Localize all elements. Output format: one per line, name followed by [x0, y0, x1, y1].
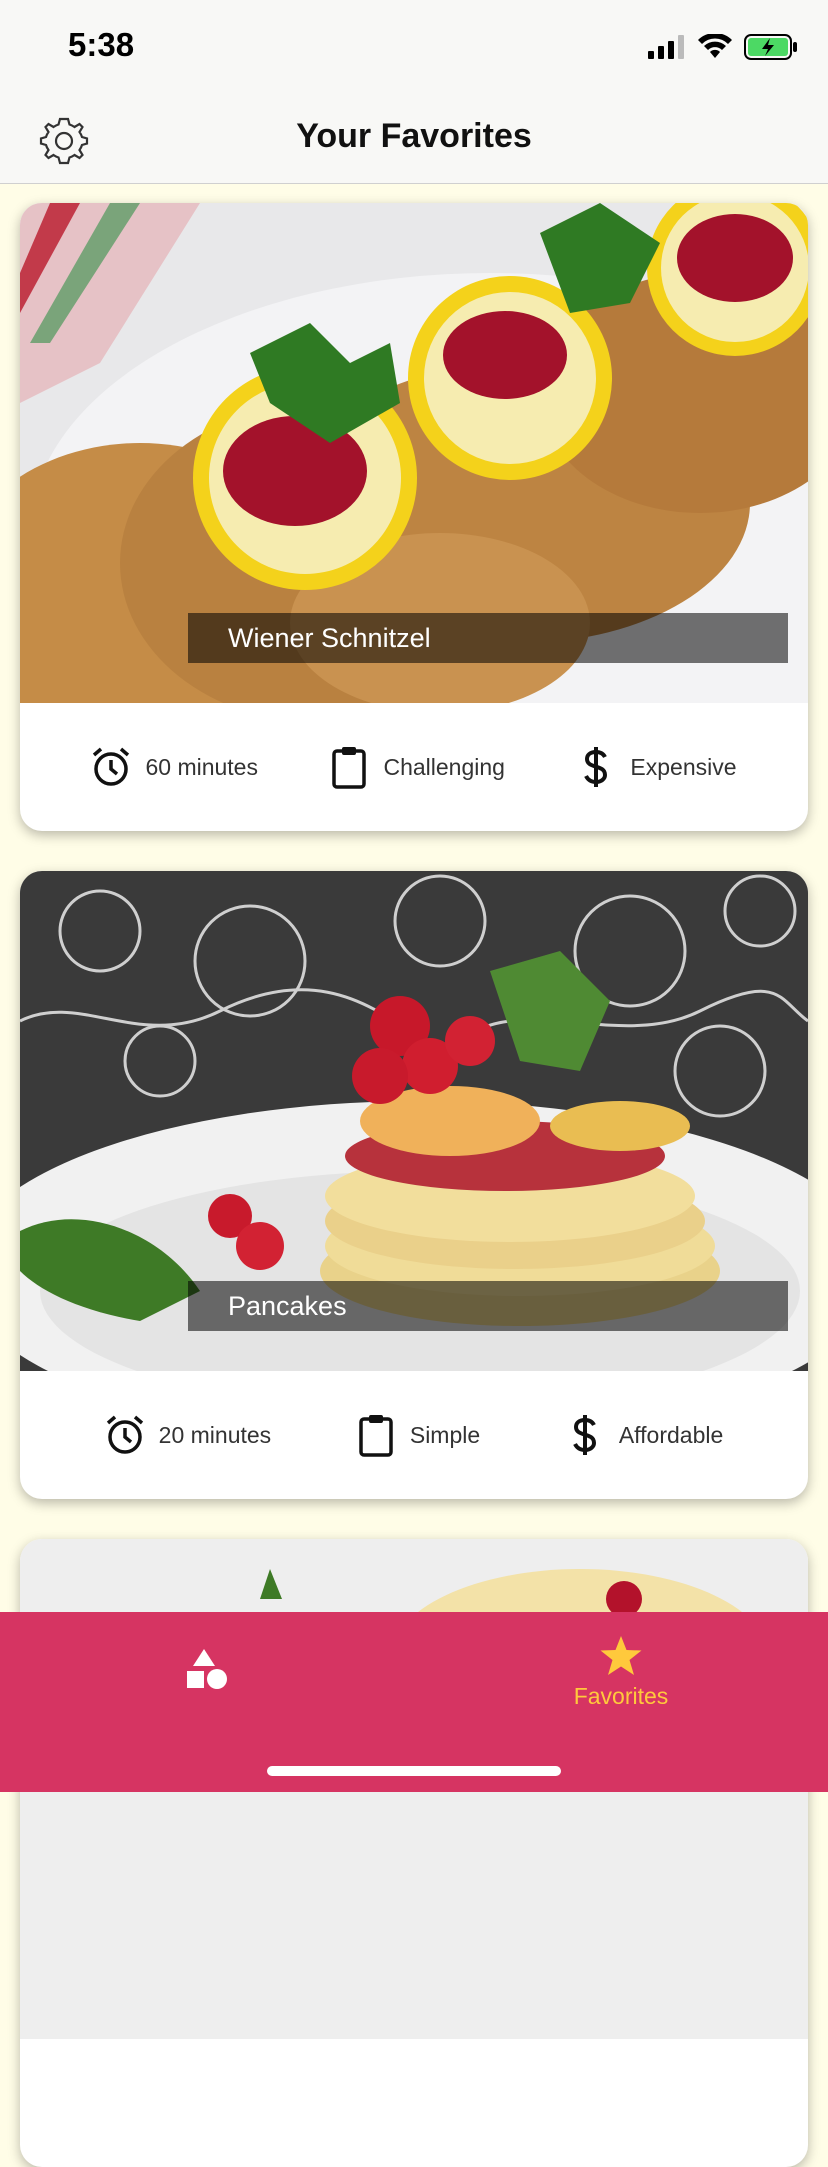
tab-categories[interactable]	[0, 1612, 414, 1732]
status-time: 5:38	[68, 26, 135, 63]
meal-details: 20 minutes Simple Affordable	[20, 1371, 808, 1499]
meal-card[interactable]: Wiener Schnitzel 60 minutes Challenging …	[20, 203, 808, 831]
dollar-icon	[565, 1413, 605, 1457]
alarm-clock-icon	[105, 1413, 145, 1457]
clipboard-icon	[329, 745, 369, 789]
complexity: Challenging	[329, 745, 505, 789]
duration: 60 minutes	[91, 745, 258, 789]
affordability-label: Affordable	[618, 1421, 724, 1448]
meal-details: 60 minutes Challenging Expensive	[20, 703, 808, 831]
battery-charging-icon	[744, 34, 797, 60]
categories-shapes-icon	[187, 1649, 227, 1689]
meal-title: Pancakes	[188, 1281, 788, 1331]
clipboard-icon	[356, 1413, 396, 1457]
status-icons	[648, 34, 798, 60]
cellular-signal-icon	[648, 35, 684, 59]
complexity-label: Simple	[409, 1421, 481, 1448]
home-indicator	[267, 1766, 561, 1776]
affordability: Expensive	[576, 745, 737, 789]
duration-label: 60 minutes	[145, 753, 258, 780]
meal-card[interactable]: Pancakes 20 minutes Simple Affordable	[20, 871, 808, 1499]
affordability: Affordable	[565, 1413, 723, 1457]
tab-favorites-label: Favorites	[573, 1682, 669, 1709]
tab-bar: Favorites	[0, 1612, 828, 1792]
duration-label: 20 minutes	[158, 1421, 272, 1448]
tab-favorites[interactable]: Favorites	[414, 1612, 828, 1732]
navigation-bar: Your Favorites	[0, 95, 828, 184]
complexity: Simple	[356, 1413, 480, 1457]
meal-image: Wiener Schnitzel	[20, 203, 808, 703]
star-icon	[600, 1635, 642, 1675]
page-title: Your Favorites	[296, 117, 532, 155]
meal-title: Wiener Schnitzel	[188, 613, 788, 663]
affordability-label: Expensive	[630, 753, 737, 780]
complexity-label: Challenging	[383, 753, 505, 780]
wifi-icon	[698, 34, 732, 58]
dollar-icon	[576, 745, 616, 789]
duration: 20 minutes	[105, 1413, 272, 1457]
meal-image: Pancakes	[20, 871, 808, 1371]
alarm-clock-icon	[91, 745, 131, 789]
status-bar: 5:38	[0, 0, 828, 95]
